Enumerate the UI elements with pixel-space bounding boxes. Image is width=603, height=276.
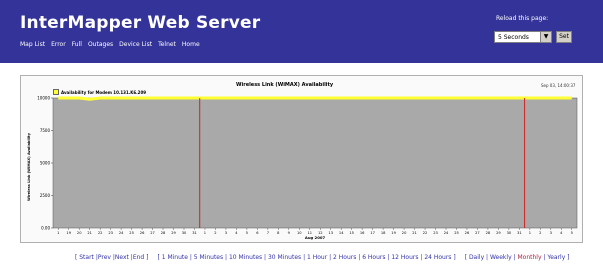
x-tick-label: 1 (57, 231, 59, 235)
x-tick-label: 13 (328, 231, 333, 235)
x-tick-label: 4 (560, 231, 563, 235)
x-tick-label: 19 (66, 231, 71, 235)
x-tick-label: 24 (444, 231, 449, 235)
x-tick-label: 2 (539, 231, 541, 235)
period-link-daily[interactable]: Daily (469, 254, 484, 261)
chart-legend: Availability for Modem 10.131.K6.209 (53, 89, 146, 95)
x-tick-label: 22 (423, 231, 428, 235)
link-start[interactable]: Start (79, 254, 94, 261)
range-link-30-minutes[interactable]: 30 Minutes (268, 254, 301, 261)
x-tick-label: 5 (246, 231, 248, 235)
x-tick-label: 22 (98, 231, 103, 235)
x-tick-label: 5 (571, 231, 573, 235)
availability-chart: 0.00250050007500100001 19 20 21 22 23 24 25 26 27… (37, 96, 578, 240)
period-link-group: [ Daily | Weekly | Monthly | Yearly ] (464, 254, 570, 261)
nav-link-group: [ Start |Prev |Next |End ] (75, 254, 149, 261)
x-tick-label: 31 (517, 231, 522, 235)
range-link-24-hours[interactable]: 24 Hours (424, 254, 451, 261)
x-tick-label: 29 (496, 231, 501, 235)
x-tick-label: 29 (171, 231, 176, 235)
legend-swatch (53, 89, 59, 95)
x-tick-label: 14 (339, 231, 344, 235)
period-link-weekly[interactable]: Weekly (490, 254, 512, 261)
x-tick-label: 23 (108, 231, 113, 235)
x-tick-label: 24 (119, 231, 124, 235)
legend-label: Availability for Modem 10.131.K6.209 (61, 89, 147, 95)
range-link-6-hours[interactable]: 6 Hours (362, 254, 385, 261)
x-tick-label: 26 (140, 231, 145, 235)
x-tick-label: 27 (475, 231, 480, 235)
x-tick-label: 20 (77, 231, 82, 235)
range-link-1-hour[interactable]: 1 Hour (307, 254, 327, 261)
x-tick-label: 3 (550, 231, 552, 235)
y-tick-label: 7500 (40, 128, 51, 133)
chart-title: Wireless Link (WiMAX) Availability (236, 82, 334, 88)
x-tick-label: 18 (381, 231, 386, 235)
y-tick-label: 0.00 (41, 226, 50, 231)
x-tick-label: 3 (225, 231, 227, 235)
range-link-5-minutes[interactable]: 5 Minutes (194, 254, 223, 261)
x-tick-label: 4 (235, 231, 238, 235)
range-link-2-hours[interactable]: 2 Hours (333, 254, 356, 261)
x-tick-label: 31 (192, 231, 197, 235)
x-tick-label: 1 (204, 231, 206, 235)
x-tick-label: 2 (214, 231, 216, 235)
x-tick-label: 16 (360, 231, 365, 235)
link-next[interactable]: Next (115, 254, 129, 261)
x-tick-label: 30 (182, 231, 187, 235)
x-tick-label: 20 (402, 231, 407, 235)
y-axis-label: Wireless Link (WiMAX) Availability (27, 132, 31, 202)
x-tick-label: 28 (486, 231, 491, 235)
x-tick-label: 17 (370, 231, 375, 235)
x-tick-label: 25 (454, 231, 459, 235)
x-tick-label: 30 (507, 231, 512, 235)
plot-area (52, 97, 578, 229)
x-tick-label: 26 (465, 231, 470, 235)
x-tick-label: 7 (267, 231, 269, 235)
x-tick-label: 1 (529, 231, 531, 235)
range-link-1-minute[interactable]: 1 Minute (162, 254, 188, 261)
x-tick-label: 25 (129, 231, 134, 235)
link-prev[interactable]: Prev (98, 254, 111, 261)
period-link-monthly[interactable]: Monthly (517, 254, 541, 261)
x-tick-label: 10 (297, 231, 302, 235)
period-link-yearly[interactable]: Yearly (547, 254, 565, 261)
x-tick-label: 6 (256, 231, 259, 235)
x-tick-label: 23 (433, 231, 438, 235)
x-tick-label: 15 (349, 231, 354, 235)
x-tick-label: 9 (288, 231, 291, 235)
x-tick-label: 27 (150, 231, 155, 235)
x-tick-label: 19 (391, 231, 396, 235)
chart-date-stamp: Sep 03, 14:00:37 (541, 83, 576, 88)
x-axis-label: Aug 2007 (305, 235, 326, 240)
link-end[interactable]: End (133, 254, 144, 261)
range-link-10-minutes[interactable]: 10 Minutes (229, 254, 262, 261)
x-tick-label: 21 (87, 231, 92, 235)
range-link-12-hours[interactable]: 12 Hours (391, 254, 418, 261)
y-tick-label: 2500 (40, 193, 51, 198)
x-tick-label: 21 (412, 231, 417, 235)
x-tick-label: 8 (277, 231, 280, 235)
y-tick-label: 10000 (37, 96, 50, 101)
range-link-group: [ 1 Minute | 5 Minutes | 10 Minutes | 30… (157, 254, 456, 261)
series-line (58, 96, 572, 101)
time-range-links: [ Start |Prev |Next |End ] [ 1 Minute | … (75, 254, 579, 261)
y-tick-label: 5000 (40, 161, 51, 166)
x-tick-label: 28 (161, 231, 166, 235)
